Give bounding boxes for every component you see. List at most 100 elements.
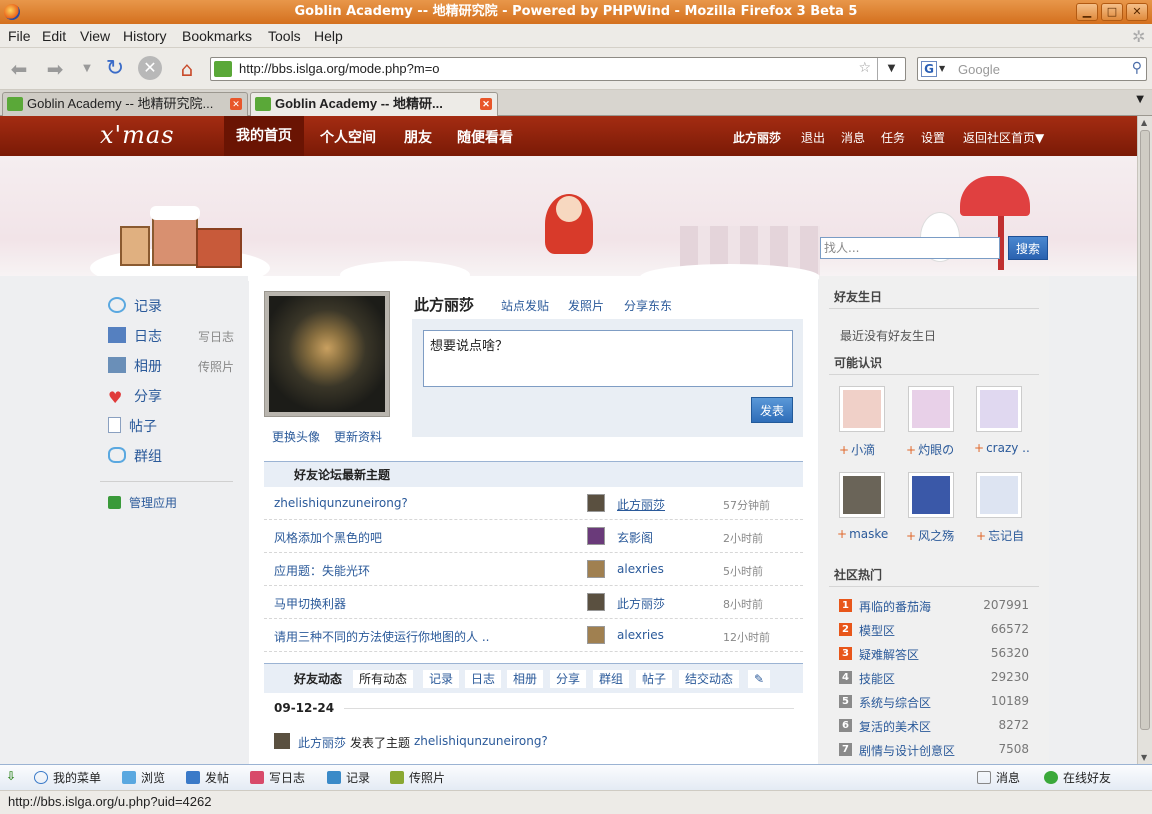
nav-community-home[interactable]: 返回社区首页▼ — [963, 129, 1044, 146]
hot-item[interactable]: 7 剧情与设计创意区 7508 — [839, 740, 1039, 762]
publish-button[interactable]: 发表 — [751, 397, 793, 423]
vertical-scrollbar[interactable]: ▲ ▼ — [1137, 116, 1152, 764]
bookmark-star-icon[interactable]: ☆ — [858, 60, 871, 76]
tab-close-icon[interactable]: ✕ — [480, 98, 492, 110]
hot-item[interactable]: 4 技能区 29230 — [839, 668, 1039, 690]
tab-albums[interactable]: 相册 — [507, 670, 544, 688]
tab-groups[interactable]: 群组 — [593, 670, 630, 688]
menu-history[interactable]: History — [123, 28, 167, 44]
nav-username[interactable]: 此方丽莎 — [733, 129, 781, 146]
sidebar-item-records[interactable]: 记录 — [108, 296, 162, 316]
friend-name[interactable]: + 灼眼の — [906, 441, 954, 458]
change-avatar-link[interactable]: 更换头像 — [272, 428, 320, 445]
hot-item[interactable]: 1 再临的番茄海 207991 — [839, 596, 1039, 618]
back-icon[interactable]: ⬅ — [6, 56, 32, 82]
nav-home[interactable]: 我的首页 — [224, 116, 304, 156]
tab-1[interactable]: Goblin Academy -- 地精研究院... ✕ — [2, 92, 248, 116]
google-engine-icon[interactable]: G — [921, 61, 937, 77]
nav-logout[interactable]: 退出 — [801, 129, 825, 146]
scroll-up-icon[interactable]: ▲ — [1141, 118, 1147, 127]
find-people-button[interactable]: 搜索 — [1008, 236, 1048, 260]
write-blog-link[interactable]: 写日志 — [198, 328, 234, 345]
menu-view[interactable]: View — [80, 28, 110, 44]
user-avatar[interactable] — [264, 291, 390, 417]
topic-link[interactable]: 马甲切换利器 — [274, 595, 346, 612]
friend-name[interactable]: + 小滴 — [839, 441, 875, 458]
tab-all-activity[interactable]: 所有动态 — [353, 670, 414, 688]
friend-name[interactable]: + 忘记自 — [976, 527, 1024, 544]
add-friend-icon[interactable]: + — [906, 443, 916, 457]
topic-link[interactable]: 应用题：失能光环 — [274, 562, 370, 579]
sidebar-item-share[interactable]: ♥ 分享 — [108, 386, 162, 406]
tab-posts[interactable]: 帖子 — [636, 670, 673, 688]
tab-shares[interactable]: 分享 — [550, 670, 587, 688]
upload-photo-link[interactable]: 传照片 — [198, 358, 234, 375]
feed-topic-link[interactable]: zhelishiqunzuneirong? — [414, 734, 548, 748]
topic-link[interactable]: 风格添加个黑色的吧 — [274, 529, 382, 546]
menu-edit[interactable]: Edit — [42, 28, 66, 44]
nav-friends[interactable]: 朋友 — [404, 127, 432, 147]
tab-records[interactable]: 记录 — [423, 670, 460, 688]
online-friends-button[interactable]: 在线好友 — [1044, 769, 1111, 786]
tab-list-icon[interactable]: ▼ — [1136, 94, 1144, 105]
tab-2[interactable]: Goblin Academy -- 地精研... ✕ — [250, 92, 498, 116]
nav-settings[interactable]: 设置 — [921, 129, 945, 146]
history-dropdown-icon[interactable]: ▼ — [74, 56, 100, 82]
tab-friendships[interactable]: 结交动态 — [679, 670, 740, 688]
add-friend-icon[interactable]: + — [906, 529, 916, 543]
forward-icon[interactable]: ➡ — [42, 56, 68, 82]
nav-tasks[interactable]: 任务 — [881, 129, 905, 146]
topic-link[interactable]: 请用三种不同的方法使运行你地图的人 .. — [274, 628, 489, 645]
url-bar[interactable]: http://bbs.islga.org/mode.php?m=o ☆ ▼ — [210, 57, 906, 81]
post-button[interactable]: 发帖 — [186, 769, 229, 786]
share-stuff-link[interactable]: 分享东东 — [624, 297, 672, 314]
update-profile-link[interactable]: 更新资料 — [334, 428, 382, 445]
close-window-button[interactable]: ✕ — [1126, 3, 1148, 21]
add-friend-icon[interactable]: + — [976, 529, 986, 543]
reload-icon[interactable]: ↻ — [102, 56, 128, 82]
messages-button[interactable]: 消息 — [977, 769, 1020, 786]
add-friend-icon[interactable]: + — [974, 441, 984, 455]
find-people-input[interactable]: 找人... — [820, 237, 1000, 259]
friend-name[interactable]: + 风之殇 — [906, 527, 954, 544]
add-friend-icon[interactable]: + — [839, 443, 849, 457]
author-link[interactable]: alexries — [617, 628, 664, 642]
sidebar-item-groups[interactable]: 群组 — [108, 446, 162, 466]
sidebar-item-blog[interactable]: 日志 写日志 — [108, 326, 234, 346]
friend-avatar[interactable] — [908, 386, 954, 432]
scroll-down-icon[interactable]: ▼ — [1141, 753, 1147, 762]
browse-button[interactable]: 浏览 — [122, 769, 165, 786]
feed-settings-icon[interactable]: ✎ — [748, 670, 771, 688]
author-link[interactable]: 玄影阁 — [617, 529, 653, 546]
friend-name[interactable]: + crazy .. — [974, 441, 1030, 455]
home-icon[interactable]: ⌂ — [174, 56, 200, 82]
record-button[interactable]: 记录 — [327, 769, 370, 786]
site-post-link[interactable]: 站点发贴 — [501, 297, 549, 314]
manage-apps-link[interactable]: 管理应用 — [108, 494, 177, 511]
topic-link[interactable]: zhelishiqunzuneirong? — [274, 496, 408, 510]
url-dropdown-icon[interactable]: ▼ — [877, 58, 905, 80]
download-arrow-icon[interactable]: ⇩ — [6, 769, 16, 783]
minimize-button[interactable]: ▁ — [1076, 3, 1098, 21]
status-input[interactable] — [423, 330, 793, 387]
friend-avatar[interactable] — [908, 472, 954, 518]
menu-tools[interactable]: Tools — [268, 28, 301, 44]
site-logo[interactable]: x'mas — [100, 121, 175, 149]
nav-browse[interactable]: 随便看看 — [457, 127, 513, 147]
tab-blogs[interactable]: 日志 — [465, 670, 502, 688]
nav-space[interactable]: 个人空间 — [320, 127, 376, 147]
search-bar[interactable]: G ▼ Google ⚲ — [917, 57, 1147, 81]
author-link[interactable]: 此方丽莎 — [617, 496, 665, 513]
friend-avatar[interactable] — [976, 472, 1022, 518]
menu-bookmarks[interactable]: Bookmarks — [182, 28, 252, 44]
friend-name[interactable]: + maske — [837, 527, 888, 541]
add-friend-icon[interactable]: + — [837, 527, 847, 541]
stop-icon[interactable]: ✕ — [138, 56, 162, 80]
engine-dropdown-icon[interactable]: ▼ — [939, 64, 945, 73]
scroll-thumb[interactable] — [1140, 130, 1150, 730]
friend-avatar[interactable] — [839, 386, 885, 432]
post-photo-link[interactable]: 发照片 — [568, 297, 604, 314]
my-menu-button[interactable]: 我的菜单 — [34, 769, 101, 786]
menu-help[interactable]: Help — [314, 28, 343, 44]
friend-avatar[interactable] — [976, 386, 1022, 432]
